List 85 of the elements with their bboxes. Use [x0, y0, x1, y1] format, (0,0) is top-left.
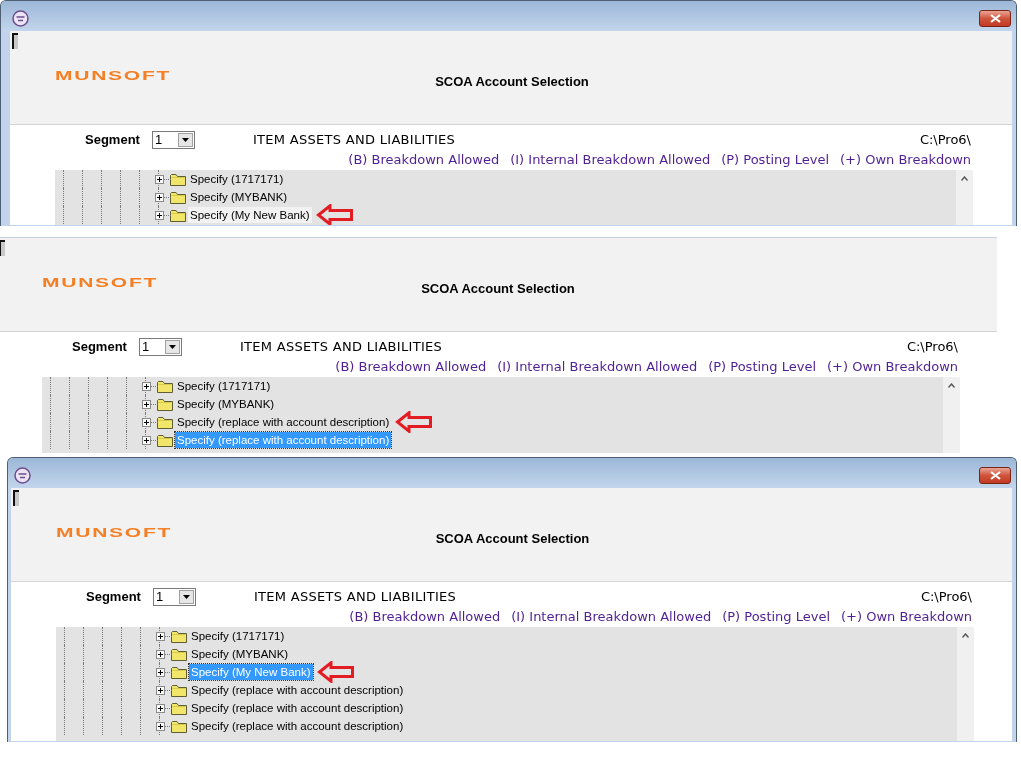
scroll-up-icon[interactable] [962, 633, 969, 638]
legend-item: (+) Own Breakdown [840, 152, 971, 168]
tree-item[interactable]: Specify (MYBANK) [188, 189, 290, 205]
dropdown-arrow-button[interactable] [178, 590, 194, 604]
legend-item: (I) Internal Breakdown Allowed [497, 359, 698, 375]
segment-dropdown[interactable]: 1 [138, 338, 182, 356]
expand-icon[interactable] [156, 704, 165, 713]
folder-icon [157, 433, 173, 447]
section-heading: ITEM ASSETS AND LIABILITIES [252, 132, 456, 148]
scroll-up-icon[interactable] [961, 176, 968, 181]
scrollbar[interactable] [956, 170, 973, 225]
path-label: C:\Pro6\ [920, 589, 972, 605]
legend-item: (P) Posting Level [722, 609, 831, 625]
app-logo-icon [14, 466, 31, 484]
segment-dropdown[interactable]: 1 [152, 588, 196, 606]
expand-icon[interactable] [155, 193, 164, 202]
tree-item[interactable]: Specify (replace with account description) [189, 718, 406, 734]
legend-item: (I) Internal Breakdown Allowed [511, 609, 712, 625]
expand-icon[interactable] [142, 418, 151, 427]
scrollbar[interactable] [957, 627, 974, 741]
folder-icon [171, 683, 187, 697]
folder-icon [157, 397, 173, 411]
path-label: C:\Pro6\ [906, 339, 958, 355]
dialog-title: SCOA Account Selection [435, 531, 590, 547]
tree-item[interactable]: Specify (1717171) [189, 628, 287, 644]
folder-icon [171, 701, 187, 715]
expand-icon[interactable] [156, 632, 165, 641]
legend-item: (+) Own Breakdown [841, 609, 972, 625]
folder-icon [171, 665, 187, 679]
logo: MUNSOFT [56, 527, 173, 539]
folder-icon [171, 629, 187, 643]
segment-label: Segment [85, 132, 140, 148]
legend-item: (B) Breakdown Allowed [348, 152, 500, 168]
tree-item[interactable]: Specify (My New Bank) [188, 207, 312, 223]
expand-icon[interactable] [156, 650, 165, 659]
caret-down-icon [181, 138, 189, 142]
segment-label: Segment [86, 589, 141, 605]
expand-icon[interactable] [156, 668, 165, 677]
close-button[interactable] [979, 466, 1011, 484]
tree-item[interactable]: Specify (1717171) [175, 378, 273, 394]
legend-item: (P) Posting Level [708, 359, 817, 375]
legend-item: (+) Own Breakdown [827, 359, 958, 375]
scrollbar[interactable] [943, 377, 960, 453]
expand-icon[interactable] [142, 436, 151, 445]
tree-item[interactable]: Specify (replace with account description) [175, 414, 392, 430]
expand-icon[interactable] [156, 686, 165, 695]
expand-icon[interactable] [142, 382, 151, 391]
tree-item[interactable]: Specify (replace with account description) [189, 682, 406, 698]
tree-item[interactable]: Specify (MYBANK) [175, 396, 277, 412]
legend-item: (I) Internal Breakdown Allowed [510, 152, 711, 168]
dialog-title: SCOA Account Selection [421, 281, 575, 297]
legend-item: (P) Posting Level [721, 152, 830, 168]
dialog-title: SCOA Account Selection [435, 74, 589, 90]
caret-down-icon [168, 345, 176, 349]
close-button[interactable] [979, 9, 1011, 27]
dropdown-arrow-button[interactable] [177, 133, 193, 147]
path-label: C:\Pro6\ [919, 132, 971, 148]
close-icon [989, 13, 1001, 23]
legend-item: (B) Breakdown Allowed [335, 359, 487, 375]
folder-icon [171, 647, 187, 661]
tree-item[interactable]: Specify (replace with account description) [189, 700, 406, 716]
logo: MUNSOFT [42, 277, 159, 289]
close-icon [989, 470, 1001, 480]
segment-dropdown[interactable]: 1 [151, 131, 195, 149]
folder-icon [157, 415, 173, 429]
tree-item[interactable]: Specify (MYBANK) [189, 646, 291, 662]
section-heading: ITEM ASSETS AND LIABILITIES [239, 339, 443, 355]
caret-down-icon [182, 595, 190, 599]
expand-icon[interactable] [142, 400, 151, 409]
folder-icon [170, 190, 186, 204]
folder-icon [170, 172, 186, 186]
expand-icon[interactable] [155, 175, 164, 184]
folder-icon [157, 379, 173, 393]
tree-item[interactable]: Specify (1717171) [188, 171, 286, 187]
expand-icon[interactable] [156, 722, 165, 731]
logo: MUNSOFT [55, 70, 172, 82]
scroll-up-icon[interactable] [948, 383, 955, 388]
app-logo-icon [12, 9, 29, 27]
segment-label: Segment [72, 339, 127, 355]
folder-icon [171, 719, 187, 733]
legend-item: (B) Breakdown Allowed [349, 609, 501, 625]
dropdown-arrow-button[interactable] [164, 340, 180, 354]
section-heading: ITEM ASSETS AND LIABILITIES [253, 589, 457, 605]
folder-icon [170, 208, 186, 222]
expand-icon[interactable] [155, 211, 164, 220]
